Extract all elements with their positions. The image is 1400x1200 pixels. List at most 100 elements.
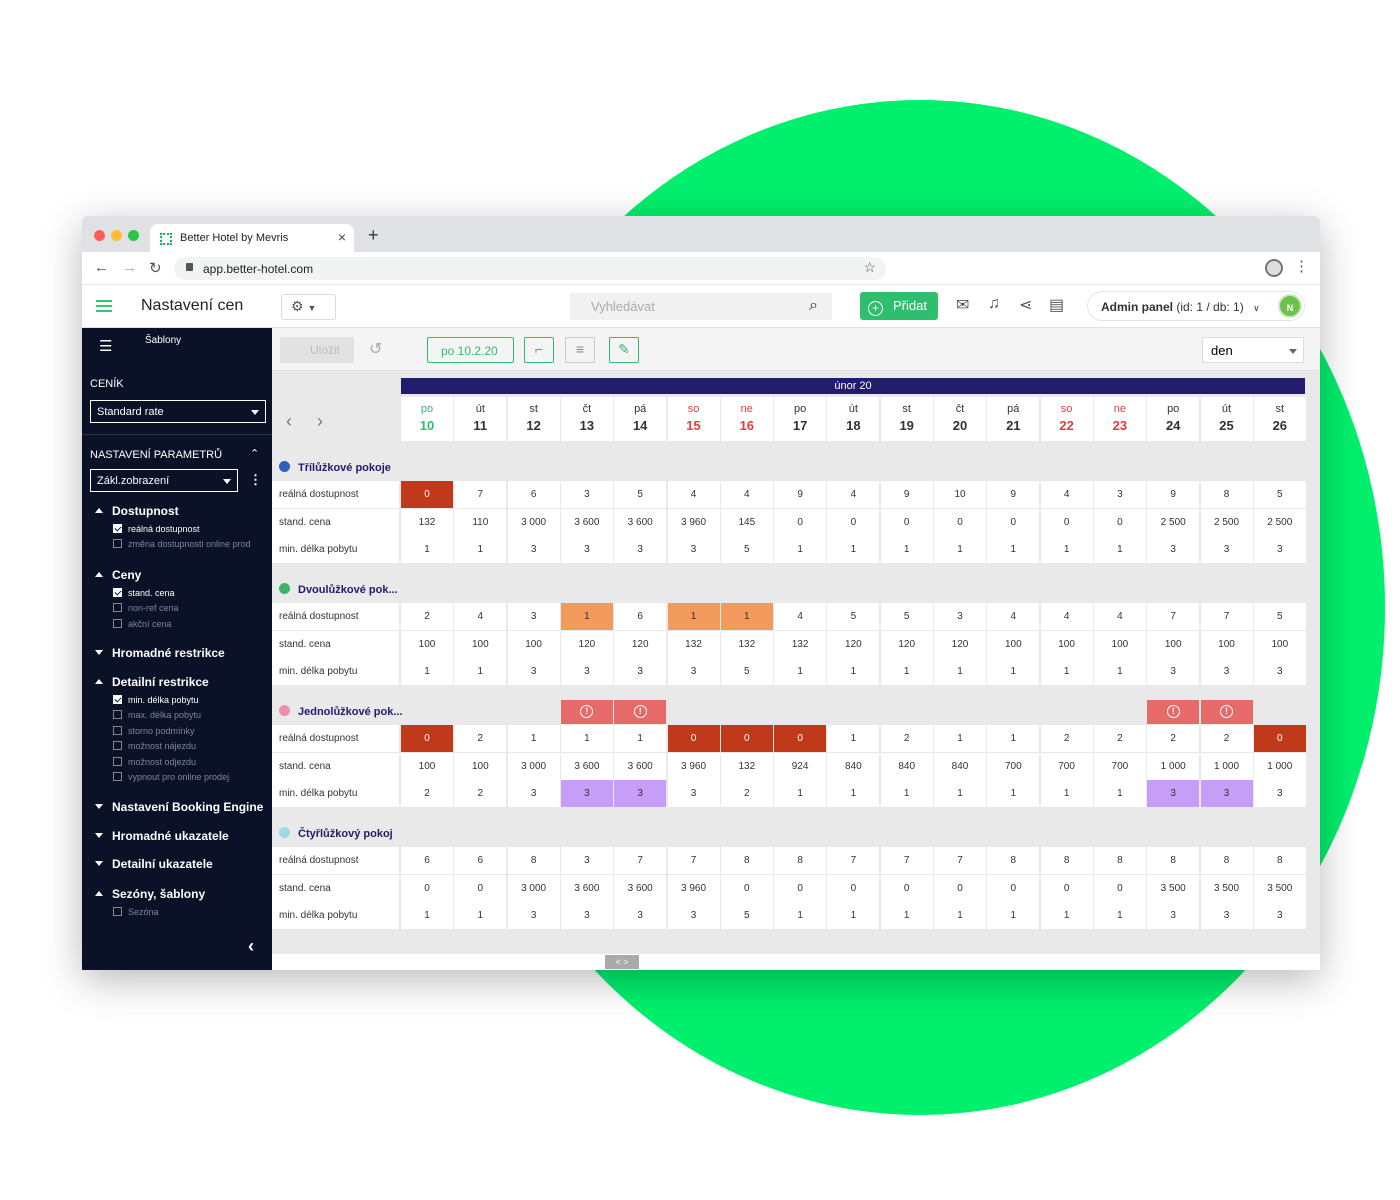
- grid-cell[interactable]: 1: [880, 536, 933, 564]
- bell-icon[interactable]: ♫: [988, 295, 1000, 313]
- profile-icon[interactable]: [1265, 259, 1283, 277]
- grid-cell[interactable]: 3: [560, 847, 613, 874]
- grid-cell[interactable]: 100: [1253, 630, 1306, 658]
- grid-cell[interactable]: 700: [1040, 752, 1093, 780]
- grid-cell[interactable]: 0: [987, 508, 1040, 536]
- grid-cell[interactable]: 4: [1040, 603, 1093, 630]
- grid-cell[interactable]: 1: [827, 780, 880, 808]
- grid-cell[interactable]: 5: [614, 481, 667, 508]
- grid-cell[interactable]: 1: [1093, 780, 1146, 808]
- grid-cell[interactable]: 120: [934, 630, 986, 658]
- grid-cell[interactable]: 132: [720, 752, 773, 780]
- grid-cell[interactable]: 8: [987, 847, 1040, 874]
- paint-roller-icon[interactable]: ⌐: [524, 337, 554, 363]
- day-header[interactable]: st 19: [880, 397, 933, 441]
- templates-link[interactable]: Šablony: [145, 335, 181, 346]
- grid-cell[interactable]: 840: [827, 752, 880, 780]
- grid-cell[interactable]: 3: [1200, 658, 1253, 686]
- day-header[interactable]: pá 21: [987, 397, 1040, 441]
- sidebar-group-3[interactable]: Detailní restrikce: [95, 675, 209, 689]
- grid-cell[interactable]: 3 000: [507, 874, 560, 902]
- grid-cell[interactable]: 0: [774, 508, 827, 536]
- grid-cell[interactable]: 3: [1147, 780, 1200, 808]
- search-input[interactable]: Vyhledávat ⌕: [570, 293, 832, 320]
- checkbox-icon[interactable]: [113, 588, 122, 597]
- checkbox-icon[interactable]: [113, 539, 122, 549]
- view-select[interactable]: den: [1202, 337, 1304, 363]
- grid-cell[interactable]: 8: [507, 847, 560, 874]
- grid-cell[interactable]: 3: [507, 780, 560, 808]
- grid-cell[interactable]: 4: [827, 481, 880, 508]
- grid-cell[interactable]: 3 600: [614, 508, 667, 536]
- grid-cell[interactable]: 5: [1253, 603, 1306, 630]
- grid-cell[interactable]: 3 500: [1147, 874, 1200, 902]
- grid-cell[interactable]: 1 000: [1200, 752, 1253, 780]
- scroll-handle[interactable]: < >: [605, 955, 639, 969]
- grid-cell[interactable]: 2: [401, 603, 453, 630]
- grid-cell[interactable]: 4: [1093, 603, 1146, 630]
- sidebar-option[interactable]: min. délka pobytu: [113, 695, 199, 705]
- day-header[interactable]: út 18: [827, 397, 880, 441]
- checkbox-icon[interactable]: [113, 695, 122, 704]
- grid-cell[interactable]: 8: [1147, 847, 1200, 874]
- grid-cell[interactable]: 100: [1147, 630, 1200, 658]
- grid-cell[interactable]: 8: [1253, 847, 1306, 874]
- grid-cell[interactable]: 1: [987, 658, 1040, 686]
- grid-cell[interactable]: 0: [880, 508, 933, 536]
- grid-cell[interactable]: 1: [934, 536, 986, 564]
- grid-cell[interactable]: 6: [507, 481, 560, 508]
- grid-cell[interactable]: 3 960: [667, 508, 720, 536]
- prev-arrow-icon[interactable]: ‹: [286, 411, 292, 432]
- grid-cell[interactable]: 1: [454, 902, 507, 930]
- grid-cell[interactable]: 132: [720, 630, 773, 658]
- grid-cell[interactable]: 0: [1253, 725, 1306, 752]
- grid-cell[interactable]: 1: [1040, 536, 1093, 564]
- grid-cell[interactable]: 3 600: [614, 752, 667, 780]
- grid-cell[interactable]: 0: [720, 725, 773, 752]
- url-field[interactable]: app.better-hotel.com ☆: [174, 257, 886, 280]
- grid-cell[interactable]: 0: [934, 874, 986, 902]
- grid-cell[interactable]: 0: [774, 725, 827, 752]
- sidebar-option[interactable]: změna dostupnosti online prod: [113, 539, 251, 549]
- checkbox-icon[interactable]: [113, 618, 122, 628]
- grid-cell[interactable]: 100: [401, 752, 453, 780]
- grid-cell[interactable]: 3: [507, 536, 560, 564]
- sidebar-group-4[interactable]: Nastavení Booking Engine: [95, 800, 263, 814]
- grid-cell[interactable]: 3: [560, 780, 613, 808]
- grid-cell[interactable]: 1: [774, 536, 827, 564]
- grid-cell[interactable]: 7: [827, 847, 880, 874]
- grid-cell[interactable]: 1: [934, 780, 986, 808]
- grid-cell[interactable]: 6: [454, 847, 507, 874]
- grid-cell[interactable]: 1: [1093, 902, 1146, 930]
- grid-cell[interactable]: 2: [401, 780, 453, 808]
- grid-cell[interactable]: 2 500: [1253, 508, 1306, 536]
- grid-cell[interactable]: 4: [720, 481, 773, 508]
- params-select[interactable]: Zákl.zobrazení: [90, 469, 238, 492]
- checkbox-icon[interactable]: [113, 725, 122, 735]
- chat-icon[interactable]: ▤: [1049, 295, 1064, 315]
- grid-cell[interactable]: 132: [401, 508, 453, 536]
- grid-cell[interactable]: 8: [774, 847, 827, 874]
- grid-cell[interactable]: 3 960: [667, 752, 720, 780]
- grid-cell[interactable]: 700: [1093, 752, 1146, 780]
- grid-cell[interactable]: 100: [507, 630, 560, 658]
- sidebar-option[interactable]: Sezóna: [113, 907, 159, 917]
- grid-cell[interactable]: 3: [560, 536, 613, 564]
- admin-panel-selector[interactable]: Admin panel (id: 1 / db: 1) ∨ N: [1087, 291, 1305, 321]
- grid-cell[interactable]: 2: [454, 725, 507, 752]
- grid-cell[interactable]: 3: [667, 658, 720, 686]
- grid-cell[interactable]: 100: [987, 630, 1040, 658]
- new-tab-icon[interactable]: +: [368, 225, 379, 246]
- bookmark-star-icon[interactable]: ☆: [863, 259, 876, 276]
- grid-cell[interactable]: 0: [1040, 508, 1093, 536]
- grid-cell[interactable]: 1: [880, 780, 933, 808]
- grid-cell[interactable]: 110: [454, 508, 507, 536]
- sidebar-option[interactable]: možnost nájezdu: [113, 741, 196, 751]
- checkbox-icon[interactable]: [113, 772, 122, 781]
- grid-cell[interactable]: 0: [1040, 874, 1093, 902]
- collapse-params-icon[interactable]: ⌃: [250, 447, 259, 460]
- grid-cell[interactable]: 1: [934, 658, 986, 686]
- grid-cell[interactable]: 4: [454, 603, 507, 630]
- checkbox-icon[interactable]: [113, 524, 122, 533]
- grid-cell[interactable]: 1: [987, 725, 1040, 752]
